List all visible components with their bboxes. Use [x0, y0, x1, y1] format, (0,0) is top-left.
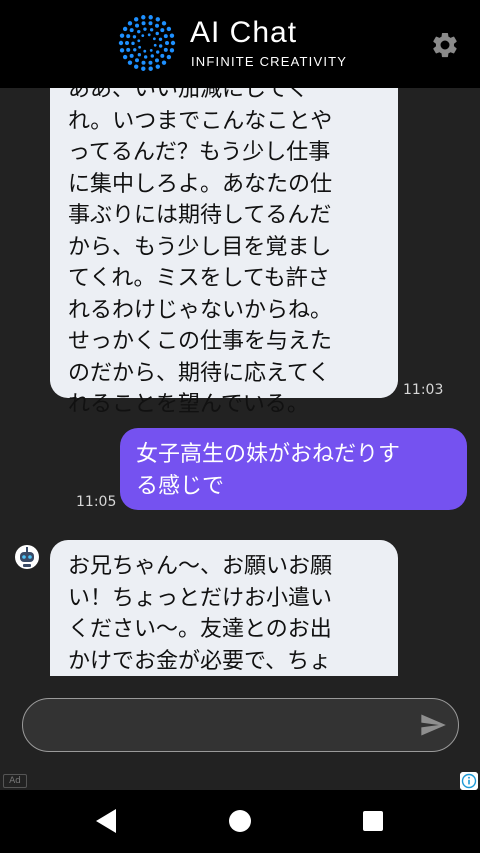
recent-square-icon[interactable] [363, 811, 383, 831]
app-header: AI Chat INFINITE CREATIVITY [0, 0, 480, 88]
info-icon[interactable] [460, 772, 478, 790]
back-triangle-icon[interactable] [95, 808, 117, 834]
chat-area[interactable]: ああ、いい加減にしてく れ。いつまでこんなことや ってるんだ？もう少し仕事 に集… [0, 88, 480, 676]
user-message-bubble: 女子高生の妹がおねだりす る感じで [120, 428, 467, 510]
message-text: ああ、いい加減にしてく れ。いつまでこんなことや ってるんだ？もう少し仕事 に集… [68, 88, 333, 417]
assistant-message-bubble: ああ、いい加減にしてく れ。いつまでこんなことや ってるんだ？もう少し仕事 に集… [50, 88, 398, 417]
message-time: 11:03 [403, 382, 444, 398]
message-input[interactable] [39, 707, 409, 743]
message-input-container [22, 698, 459, 752]
assistant-message-bubble: お兄ちゃん〜、お願いお願 い！ちょっとだけお小遣い ください〜。友達とのお出 か… [50, 540, 398, 676]
message-text: 女子高生の妹がおねだりす る感じで [136, 442, 401, 499]
dotted-circle-logo-icon [118, 15, 176, 71]
app-title: AI Chat [190, 16, 298, 49]
app-subtitle: INFINITE CREATIVITY [191, 54, 348, 69]
message-text: お兄ちゃん〜、お願いお願 い！ちょっとだけお小遣い ください〜。友達とのお出 か… [68, 554, 333, 674]
gear-icon[interactable] [430, 30, 460, 60]
ad-label: Ad [3, 774, 27, 788]
message-time: 11:05 [76, 494, 117, 510]
bot-avatar-icon [15, 545, 39, 569]
home-circle-icon[interactable] [229, 810, 251, 832]
send-icon[interactable] [418, 711, 448, 739]
ad-banner[interactable] [0, 770, 480, 790]
